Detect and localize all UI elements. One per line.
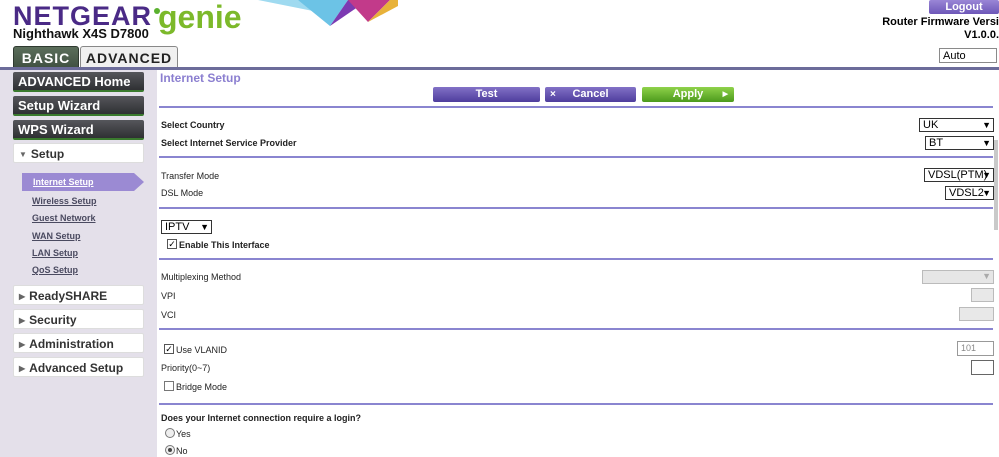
priority-label: Priority(0~7) (161, 363, 211, 373)
sidebar-item-setup-wizard[interactable]: Setup Wizard (13, 96, 144, 116)
section-divider (159, 403, 993, 405)
isp-select[interactable]: BT ▼ (925, 136, 994, 150)
multiplexing-label: Multiplexing Method (161, 272, 242, 282)
section-divider (159, 258, 993, 260)
firmware-label: Router Firmware Versi (882, 16, 999, 28)
vpi-input[interactable] (971, 288, 994, 302)
chevron-down-icon: ▼ (982, 188, 991, 198)
cancel-label: Cancel (572, 88, 609, 100)
vlan-label: Use VLANID (176, 345, 228, 355)
enable-interface-label: Enable This Interface (179, 240, 270, 250)
bridge-mode-checkbox[interactable] (164, 381, 174, 391)
login-no-label: No (176, 446, 188, 456)
chevron-right-icon: ▶ (19, 340, 26, 349)
sidebar-item-label: Administration (29, 337, 114, 351)
sidebar-sub-qos-setup[interactable]: QoS Setup (32, 265, 78, 275)
transfer-mode-label: Transfer Mode (161, 171, 220, 181)
transfer-mode-value: VDSL(PTM) (928, 169, 988, 181)
bridge-mode-label: Bridge Mode (176, 382, 228, 392)
enable-interface-checkbox[interactable]: ✓ (167, 239, 177, 249)
sidebar-item-label: ReadySHARE (29, 289, 108, 303)
section-divider (159, 328, 993, 330)
sidebar-sub-wan-setup[interactable]: WAN Setup (32, 231, 81, 241)
priority-input[interactable] (971, 360, 994, 375)
chevron-right-icon: ▶ (19, 364, 26, 373)
multiplexing-select[interactable]: ▼ (922, 270, 994, 284)
sidebar-item-administration[interactable]: ▶ Administration (13, 333, 144, 353)
sidebar-item-label: Setup (30, 147, 65, 161)
apply-button[interactable]: Apply ▶ (642, 87, 734, 102)
dsl-mode-label: DSL Mode (161, 188, 204, 198)
chevron-down-icon: ▼ (982, 271, 991, 281)
vlan-id-input[interactable]: 101 (957, 341, 994, 356)
vpi-label: VPI (161, 291, 176, 301)
sidebar-item-setup[interactable]: ▼ Setup (13, 143, 144, 163)
isp-value: BT (929, 137, 944, 149)
test-button[interactable]: Test (433, 87, 540, 102)
country-value: UK (923, 119, 939, 131)
sidebar-sub-internet-setup[interactable]: Internet Setup (33, 177, 94, 187)
decorative-shapes-icon (258, 0, 398, 26)
interface-select[interactable]: IPTV ▼ (161, 220, 212, 234)
login-yes-radio[interactable] (165, 428, 175, 438)
sidebar-item-wps-wizard[interactable]: WPS Wizard (13, 120, 144, 140)
login-question: Does your Internet connection require a … (161, 413, 362, 423)
sidebar-item-readyshare[interactable]: ▶ ReadySHARE (13, 285, 144, 305)
chevron-down-icon: ▼ (982, 170, 991, 180)
chevron-down-icon: ▼ (19, 150, 27, 159)
chevron-right-icon: ▶ (19, 292, 26, 301)
vlan-checkbox[interactable]: ✓ (164, 344, 174, 354)
section-divider (159, 106, 993, 108)
chevron-down-icon: ▼ (982, 120, 991, 130)
section-divider (159, 156, 993, 158)
vci-input[interactable] (959, 307, 994, 321)
dsl-mode-select[interactable]: VDSL2 ▼ (945, 186, 994, 200)
login-no-radio[interactable] (165, 445, 175, 455)
isp-label: Select Internet Service Provider (161, 138, 297, 148)
router-model: Nighthawk X4S D7800 (13, 26, 149, 41)
apply-label: Apply (672, 88, 704, 100)
tab-advanced[interactable]: ADVANCED (80, 46, 178, 69)
interface-value: IPTV (165, 221, 190, 233)
sidebar-item-advanced-setup[interactable]: ▶ Advanced Setup (13, 357, 144, 377)
country-label: Select Country (161, 120, 225, 130)
firmware-version: V1.0.0. (964, 29, 999, 41)
dsl-mode-value: VDSL2 (949, 187, 984, 199)
genie-logo: genie (158, 0, 242, 35)
chevron-down-icon: ▼ (200, 222, 209, 232)
chevron-right-icon: ▶ (19, 316, 26, 325)
sidebar-item-advanced-home[interactable]: ADVANCED Home (13, 72, 144, 92)
close-icon: × (550, 89, 556, 100)
page-title: Internet Setup (160, 71, 241, 85)
chevron-down-icon: ▼ (982, 138, 991, 148)
login-yes-label: Yes (176, 429, 191, 439)
sidebar-sub-lan-setup[interactable]: LAN Setup (32, 248, 78, 258)
sidebar-item-security[interactable]: ▶ Security (13, 309, 144, 329)
logout-button[interactable]: Logout (929, 0, 999, 14)
section-divider (159, 207, 993, 209)
scrollbar[interactable] (994, 140, 998, 230)
sidebar-sub-guest-network[interactable]: Guest Network (32, 213, 96, 223)
cancel-button[interactable]: × Cancel (545, 87, 636, 102)
vci-label: VCI (161, 310, 177, 320)
country-select[interactable]: UK ▼ (919, 118, 994, 132)
sidebar-item-label: Advanced Setup (29, 361, 124, 375)
sidebar-item-label: Security (29, 313, 77, 327)
arrow-right-icon: ▶ (722, 91, 728, 98)
sidebar-sub-wireless-setup[interactable]: Wireless Setup (32, 196, 96, 206)
transfer-mode-select[interactable]: VDSL(PTM) ▼ (924, 168, 994, 182)
language-select[interactable]: Auto (939, 48, 997, 63)
